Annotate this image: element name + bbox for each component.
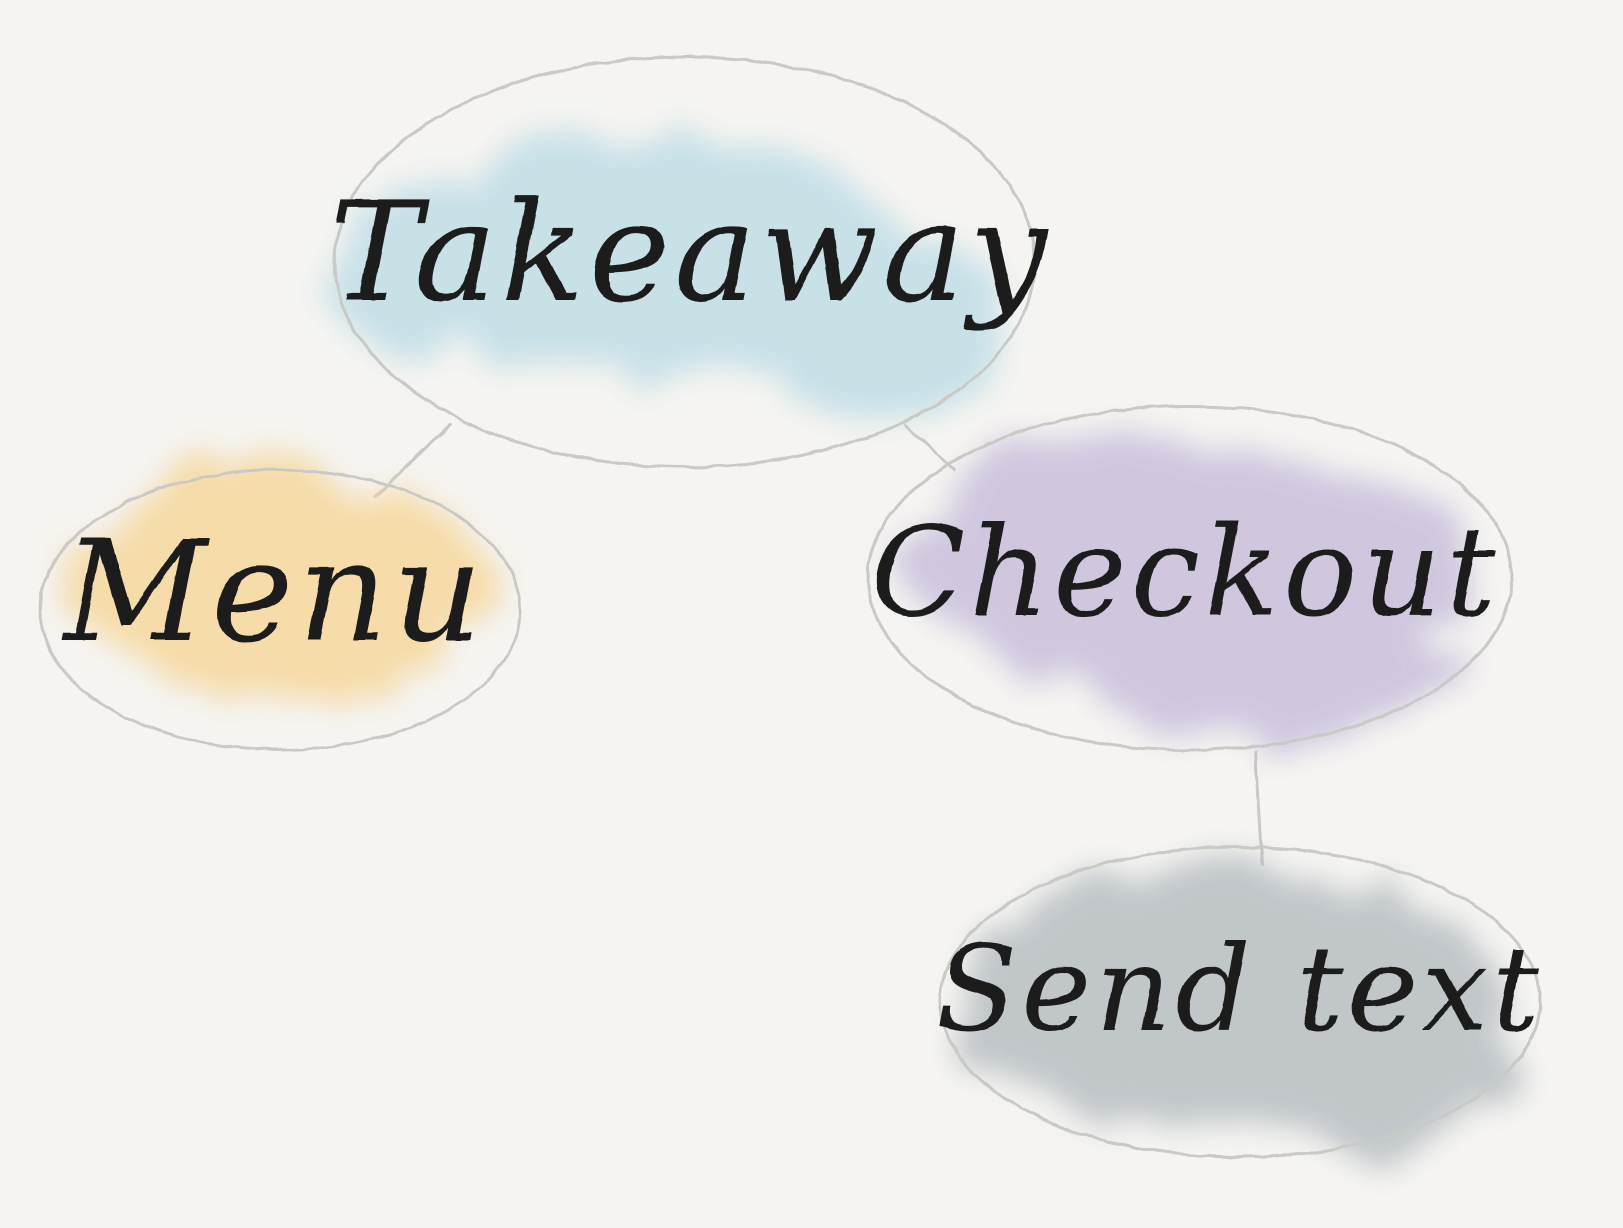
menu-node-label: Menu	[61, 511, 487, 674]
mind-map-diagram: Takeaway Menu Checkout Send text	[38, 55, 1544, 1159]
takeaway-node-label: Takeaway	[329, 172, 1051, 333]
diagram-canvas: Takeaway Menu Checkout Send text	[0, 0, 1623, 1228]
edge-takeaway-menu	[373, 423, 452, 499]
send-text-node-label: Send text	[937, 920, 1544, 1058]
checkout-node-label: Checkout	[870, 501, 1499, 645]
